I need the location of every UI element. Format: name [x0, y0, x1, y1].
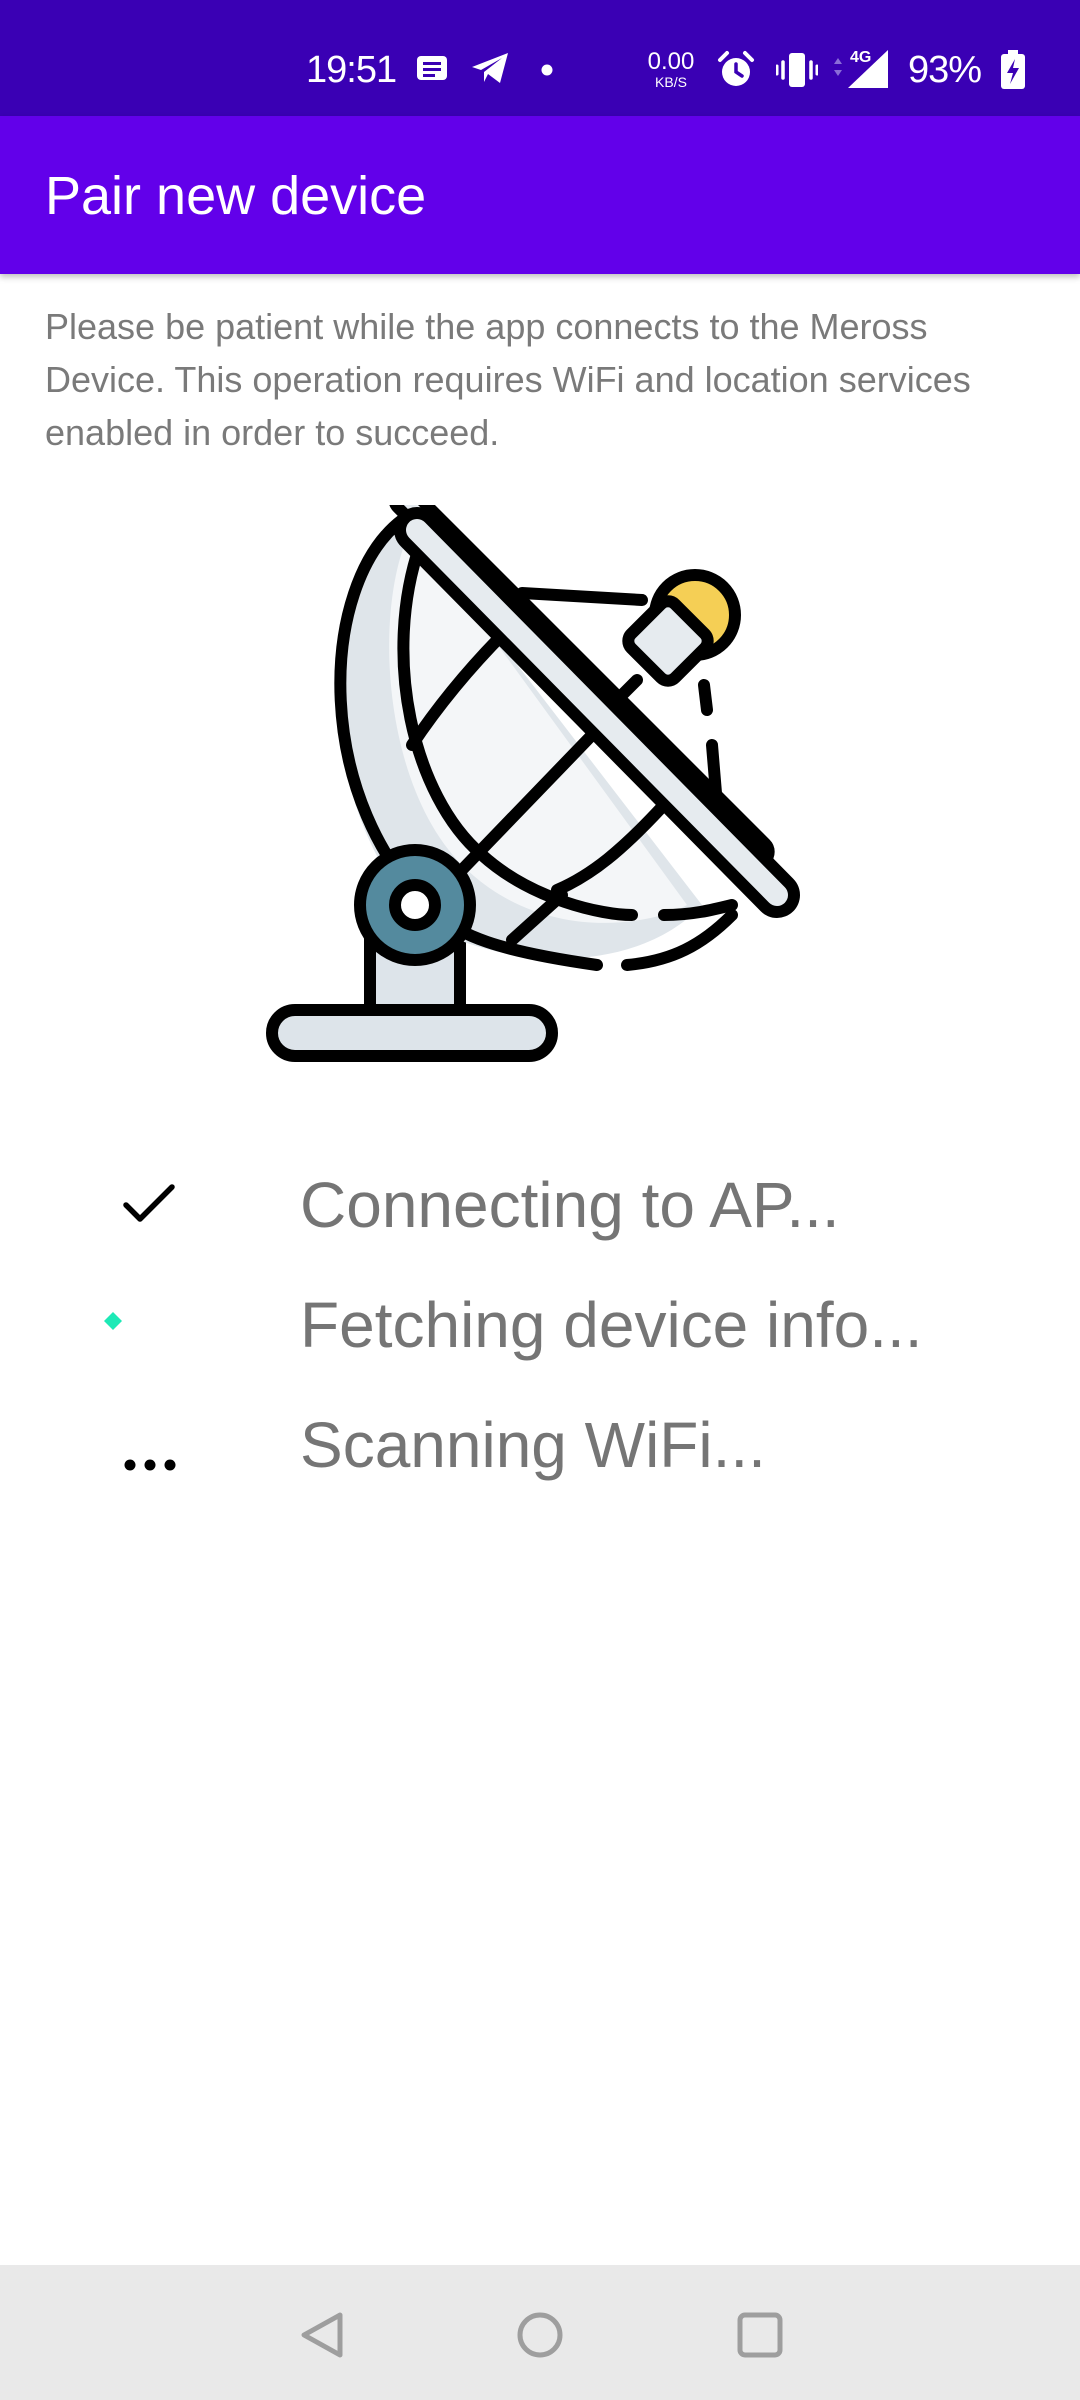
- step-scanning: Scanning WiFi...: [0, 1395, 1080, 1495]
- vibrate-icon: [775, 50, 819, 95]
- message-icon: [414, 50, 450, 91]
- alarm-icon: [716, 50, 756, 95]
- app-bar: Pair new device: [0, 116, 1080, 274]
- recents-icon[interactable]: [720, 2295, 800, 2375]
- battery-charging-icon: [1000, 50, 1026, 95]
- signal-4g-icon: 4G: [830, 46, 892, 97]
- battery-percent: 93%: [908, 49, 982, 91]
- status-time: 19:51: [306, 49, 397, 91]
- status-bar: 19:51 0.00 KB/S 4G 93%: [0, 0, 1080, 116]
- home-icon[interactable]: [500, 2295, 580, 2375]
- step-fetching: Fetching device info...: [0, 1275, 1080, 1375]
- network-speed-value: 0.00: [647, 48, 695, 75]
- svg-text:4G: 4G: [850, 49, 871, 66]
- back-icon[interactable]: [282, 2295, 362, 2375]
- telegram-icon: [470, 50, 510, 91]
- checkmark-icon: [110, 1175, 190, 1235]
- network-speed-unit: KB/S: [655, 74, 687, 90]
- step-label: Fetching device info...: [300, 1289, 923, 1361]
- more-dots-icon: [110, 1415, 190, 1475]
- dot-icon: [541, 63, 553, 81]
- loading-spinner-icon: [95, 1310, 175, 1370]
- system-nav-bar: [0, 2265, 1080, 2400]
- network-speed: 0.00 KB/S: [644, 48, 698, 90]
- instructions-text: Please be patient while the app connects…: [45, 306, 971, 453]
- step-label: Scanning WiFi...: [300, 1409, 766, 1481]
- page-title: Pair new device: [45, 166, 427, 226]
- step-connecting: Connecting to AP...: [0, 1155, 1080, 1255]
- step-label: Connecting to AP...: [300, 1169, 840, 1241]
- satellite-dish-icon: [262, 482, 822, 1065]
